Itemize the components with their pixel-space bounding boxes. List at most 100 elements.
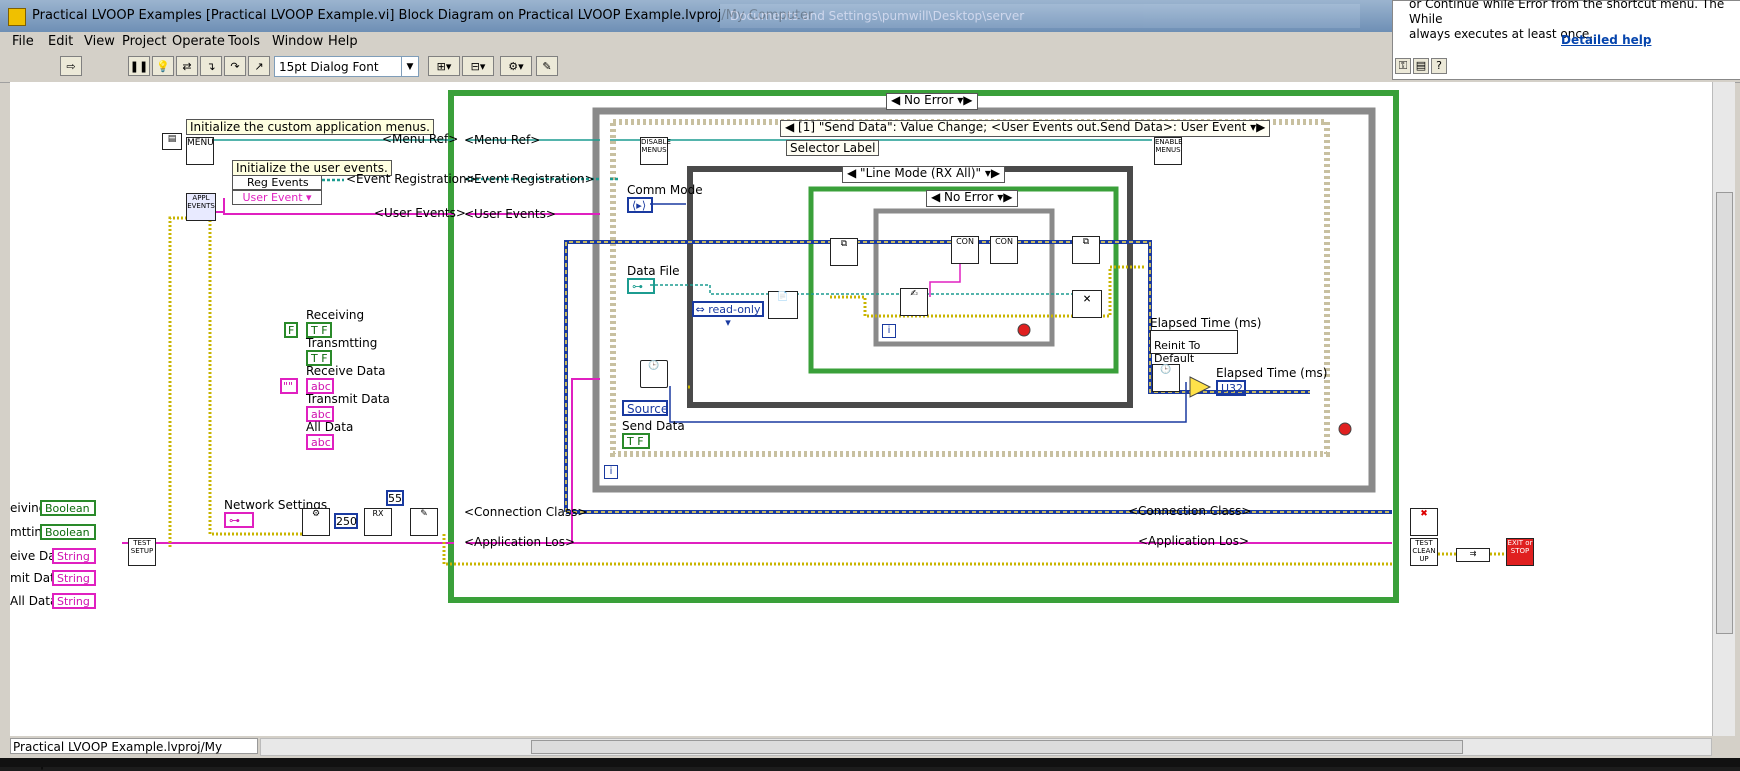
simple-help-icon[interactable]: ▤ [1413, 58, 1429, 74]
test-setup-subvi[interactable]: TEST SETUP [128, 538, 156, 566]
reg-events-node[interactable]: Reg Events [232, 175, 322, 190]
disable-menus-subvi[interactable]: DISABLE MENUS [640, 137, 671, 165]
conn-close-subvi[interactable]: ⧉ [1072, 236, 1100, 264]
step-over-icon[interactable]: ↷ [224, 56, 246, 76]
user-event-node[interactable]: User Event ▾ [232, 190, 322, 205]
open-file-icon[interactable]: 📄 [768, 291, 798, 319]
question-icon[interactable]: ? [1431, 58, 1447, 74]
conn-config-subvi[interactable]: ✎ [410, 508, 438, 536]
all-data-terminal-type: String [57, 595, 90, 608]
network-settings-local-var[interactable]: ⊶ [224, 512, 254, 528]
receiving-terminal[interactable]: Boolean [40, 500, 96, 516]
vertical-scrollbar[interactable] [1712, 82, 1735, 736]
inner-case-value: No Error [944, 190, 994, 204]
conn-tx-subvi-2[interactable]: CON [990, 236, 1018, 264]
tunnel-menu-ref-right: <Menu Ref> [464, 133, 541, 147]
horizontal-scrollbar[interactable] [260, 738, 1712, 756]
lock-icon[interactable]: ⚿ [1395, 58, 1411, 74]
menu-help[interactable]: Help [328, 34, 358, 49]
font-selector[interactable]: 15pt Dialog Font ▼ [274, 56, 419, 77]
exit-or-stop-subvi[interactable]: EXIT or STOP [1506, 538, 1534, 566]
elapsed-time-indicator[interactable]: U32 [1216, 380, 1246, 396]
menu-file[interactable]: File [12, 34, 34, 49]
receive-data-terminal-type: String [57, 550, 90, 563]
source-property-node[interactable]: Source [622, 400, 668, 416]
align-objects-icon[interactable]: ⊞▾ [428, 56, 460, 76]
menu-bar-icon[interactable]: ▤ [162, 133, 182, 150]
highlight-bulb-icon[interactable]: 💡 [152, 56, 174, 76]
menu-init-subvi-icon[interactable]: MENU [186, 137, 214, 165]
test-cleanup-subvi[interactable]: TEST CLEAN UP [1410, 538, 1438, 566]
step-out-icon[interactable]: ↗ [248, 56, 270, 76]
conn-rx-subvi[interactable]: RX [364, 508, 392, 536]
false-constant[interactable]: F [284, 322, 298, 338]
stop-condition-icon[interactable] [1338, 422, 1352, 436]
block-diagram[interactable]: Initialize the custom application menus.… [10, 82, 1712, 736]
merge-errors-icon[interactable]: ⇉ [1456, 548, 1490, 562]
transmitting-terminal-type: Boolean [45, 526, 90, 539]
all-data-terminal[interactable]: String [52, 593, 96, 609]
appl-events-subvi[interactable]: APPL EVENTS [186, 193, 216, 221]
all-data-local-var[interactable]: abc [306, 434, 334, 450]
read-only-value: read-only [708, 303, 761, 316]
transmit-data-terminal[interactable]: String [52, 570, 96, 586]
distribute-objects-icon[interactable]: ⊟▾ [462, 56, 494, 76]
empty-string-constant[interactable]: "" [280, 378, 298, 394]
transmit-data-terminal-type: String [57, 572, 90, 585]
pause-icon[interactable]: ❚❚ [128, 56, 150, 76]
write-text-file-icon[interactable]: ✍ [900, 288, 928, 316]
constant-250[interactable]: 250 [334, 513, 358, 529]
menu-view[interactable]: View [84, 34, 115, 49]
window-title: Practical LVOOP Examples [Practical LVOO… [32, 8, 814, 23]
tick-count-clock-icon[interactable]: 🕒 [640, 360, 668, 388]
font-selector-value: 15pt Dialog Font [279, 60, 379, 74]
menu-window[interactable]: Window [272, 34, 323, 49]
source-label: Source [627, 402, 669, 416]
cleanup-diagram-icon[interactable]: ✎ [536, 56, 558, 76]
constant-55[interactable]: 55 [386, 490, 404, 506]
enable-menus-subvi[interactable]: ENABLE MENUS [1154, 137, 1183, 165]
help-toolbar: ⚿ ▤ ? [1395, 58, 1455, 74]
step-into-icon[interactable]: ↴ [200, 56, 222, 76]
label-data-file: Data File [627, 264, 680, 278]
context-help-window: or Continue while Error from the shortcu… [1392, 0, 1740, 80]
status-bar: Practical LVOOP Example.lvproj/My Comput… [0, 736, 1740, 770]
detailed-help-link[interactable]: Detailed help [1561, 33, 1651, 47]
receive-data-terminal[interactable]: String [52, 548, 96, 564]
menu-operate[interactable]: Operate [172, 34, 225, 49]
network-init-subvi[interactable]: ⚙ [302, 508, 330, 536]
transmitting-terminal[interactable]: Boolean [40, 524, 96, 540]
menu-edit[interactable]: Edit [48, 34, 73, 49]
project-path: Practical LVOOP Example.lvproj/My Comput… [10, 738, 258, 770]
line-mode-case-selector[interactable]: ◀ "Line Mode (RX All)" ▾▶ [842, 166, 1006, 183]
data-file-terminal[interactable]: ⊶ [627, 278, 655, 294]
inner-stop-condition-icon[interactable] [1017, 323, 1031, 337]
vertical-scroll-thumb[interactable] [1716, 192, 1733, 634]
inner-case-selector[interactable]: ◀ No Error ▾▶ [926, 190, 1018, 207]
selector-label-node[interactable]: Selector Label [786, 140, 880, 156]
menu-tools[interactable]: Tools [228, 34, 260, 49]
labview-window: Practical LVOOP Examples [Practical LVOO… [0, 0, 1740, 770]
tick-count-clock-icon-2[interactable]: 🕒 [1152, 364, 1180, 392]
read-only-enum-constant[interactable]: ⇔ read-only ▾ [692, 301, 764, 329]
conn-read-subvi[interactable]: ⧉ [830, 238, 858, 266]
retain-wire-values-icon[interactable]: ⇄ [176, 56, 198, 76]
user-event-label: User Event [242, 191, 303, 204]
run-arrow-icon[interactable]: ⇨ [60, 56, 82, 76]
event-case-selector[interactable]: ◀ [1] "Send Data": Value Change; <User E… [780, 120, 1271, 137]
menu-project[interactable]: Project [122, 34, 166, 49]
label-comm-mode: Comm Mode [627, 183, 703, 197]
send-data-terminal[interactable]: T F [622, 433, 650, 449]
conn-tx-subvi-1[interactable]: CON [951, 236, 979, 264]
u32-label: U32 [1221, 382, 1244, 395]
close-file-icon[interactable]: 🗙 [1072, 290, 1102, 318]
reinit-invoke-node[interactable]: Reinit To Default [1150, 330, 1238, 365]
inner-iteration-icon: i [882, 324, 896, 338]
horizontal-scroll-thumb[interactable] [531, 740, 1463, 754]
line-mode-case-value: "Line Mode (RX All)" [860, 166, 982, 180]
outer-case-selector[interactable]: ◀ No Error ▾▶ [886, 93, 978, 110]
reorder-icon[interactable]: ⚙▾ [500, 56, 532, 76]
constant-55-value: 55 [388, 492, 402, 505]
comm-mode-terminal[interactable]: ⟨▸⟩ [627, 197, 653, 213]
conn-destroy-subvi[interactable]: ✖ [1410, 508, 1438, 536]
